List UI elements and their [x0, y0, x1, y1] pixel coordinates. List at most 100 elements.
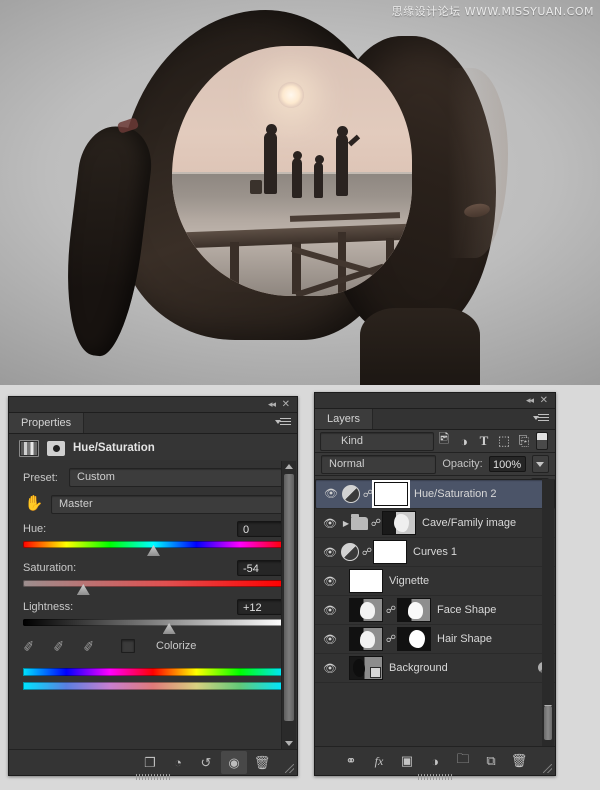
panel-drag-handle[interactable] — [418, 774, 452, 780]
tab-layers[interactable]: Layers — [315, 409, 374, 429]
panel-drag-handle[interactable] — [136, 774, 170, 780]
delete-adjustment-button[interactable]: 🗑 — [249, 751, 275, 774]
lightness-slider-knob[interactable] — [162, 623, 176, 634]
add-layer-mask-button[interactable]: ▣ — [396, 750, 418, 772]
layer-style-button[interactable]: fx — [368, 750, 390, 772]
filter-type-icon[interactable]: T — [474, 431, 494, 451]
layer-mask-thumbnail[interactable] — [373, 540, 407, 564]
layer-row-hair-shape[interactable]: 👁 ☍ Hair Shape — [315, 625, 555, 654]
lightness-label: Lightness: — [23, 601, 74, 613]
panel-menu-icon[interactable] — [275, 418, 291, 428]
eye-icon[interactable]: 👁 — [320, 480, 342, 508]
close-icon[interactable]: ✕ — [282, 399, 290, 410]
reset-button[interactable]: ↺ — [193, 751, 219, 774]
blend-mode-select[interactable]: Normal — [321, 454, 437, 474]
resize-grip[interactable] — [543, 764, 552, 773]
link-icon[interactable]: ☍ — [361, 547, 373, 558]
eye-icon[interactable]: 👁 — [319, 625, 341, 653]
adjustment-layer-icon — [341, 543, 359, 561]
layer-row-vignette[interactable]: 👁 Vignette — [315, 567, 555, 596]
filter-enable-toggle[interactable] — [536, 432, 548, 450]
adjustment-header: Hue/Saturation — [9, 434, 297, 463]
hue-label: Hue: — [23, 523, 47, 535]
pier-post — [386, 238, 394, 284]
hue-reference-bars — [9, 654, 297, 690]
hue-slider-track[interactable] — [23, 541, 283, 556]
mask-icon[interactable] — [47, 440, 65, 456]
preset-select[interactable]: Custom — [69, 468, 283, 487]
properties-titlebar: ◂◂ ✕ — [9, 397, 297, 413]
eye-icon[interactable]: 👁 — [319, 509, 341, 537]
filter-smart-object-icon[interactable]: ⎘ — [514, 431, 534, 451]
new-adjustment-layer-button[interactable]: ◑ — [424, 750, 446, 772]
layer-mask-thumbnail[interactable] — [397, 598, 431, 622]
toggle-visibility-button[interactable]: ◉ — [221, 751, 247, 774]
panel-menu-icon[interactable] — [533, 414, 549, 424]
layers-scrollbar[interactable] — [542, 479, 554, 746]
layer-thumbnail[interactable] — [349, 598, 383, 622]
saturation-slider-track[interactable] — [23, 580, 283, 595]
link-layers-button[interactable]: ⚭ — [340, 750, 362, 772]
hue-bar-after[interactable] — [23, 682, 283, 690]
new-layer-button[interactable]: ⧉ — [480, 750, 502, 772]
opacity-input[interactable]: 100% — [488, 456, 526, 472]
resize-grip[interactable] — [285, 764, 294, 773]
link-icon[interactable]: ☍ — [362, 486, 374, 503]
clip-to-layer-button[interactable]: ❐ — [137, 751, 163, 774]
layer-row-curves-1[interactable]: 👁 ☍ Curves 1 — [315, 538, 555, 567]
layer-mask-thumbnail[interactable] — [382, 511, 416, 535]
targeted-adjustment-icon[interactable]: ✋ — [23, 494, 45, 514]
lightness-value-input[interactable]: +12 — [237, 599, 283, 615]
eyedropper-subtract-icon[interactable]: ✐ — [82, 637, 100, 655]
layer-thumbnail[interactable] — [349, 656, 383, 680]
link-icon[interactable]: ☍ — [385, 605, 397, 616]
layer-name: Hair Shape — [437, 633, 493, 645]
eyedropper-add-icon[interactable]: ✐ — [52, 637, 70, 655]
collapse-icon[interactable]: ◂◂ — [526, 395, 534, 406]
delete-layer-button[interactable]: 🗑 — [508, 750, 530, 772]
scroll-down-icon[interactable] — [285, 741, 293, 746]
layer-row-background[interactable]: 👁 Background — [315, 654, 555, 683]
filter-shape-icon[interactable]: ⬚ — [494, 431, 514, 451]
close-icon[interactable]: ✕ — [540, 395, 548, 406]
scroll-up-icon[interactable] — [285, 464, 293, 469]
eye-icon[interactable]: 👁 — [319, 538, 341, 566]
properties-tab-row: Properties — [9, 413, 297, 434]
eye-icon[interactable]: 👁 — [319, 567, 341, 595]
expand-group-icon[interactable]: ▶ — [341, 519, 351, 528]
scrollbar-thumb[interactable] — [284, 474, 294, 721]
hue-value-input[interactable]: 0 — [237, 521, 283, 537]
eye-icon[interactable]: 👁 — [319, 654, 341, 682]
lightness-slider-track[interactable] — [23, 619, 283, 634]
collapse-icon[interactable]: ◂◂ — [268, 399, 276, 410]
layer-row-cave-family-image[interactable]: 👁 ▶ ☍ Cave/Family image — [315, 509, 555, 538]
layer-name: Vignette — [389, 575, 430, 587]
link-icon[interactable]: ☍ — [385, 634, 397, 645]
scrollbar-thumb[interactable] — [544, 706, 552, 740]
colorize-checkbox[interactable] — [121, 639, 135, 653]
layer-row-face-shape[interactable]: 👁 ☍ Face Shape — [315, 596, 555, 625]
tab-properties[interactable]: Properties — [9, 413, 85, 433]
saturation-value-input[interactable]: -54 — [237, 560, 283, 576]
saturation-slider-knob[interactable] — [76, 584, 90, 595]
layer-thumbnail[interactable] — [349, 627, 383, 651]
eyedropper-sample-icon[interactable]: ✐ — [22, 637, 40, 655]
filter-kind-select[interactable]: Kind — [320, 431, 434, 451]
filter-adjustment-icon[interactable]: ◑ — [454, 431, 474, 451]
filter-pixel-icon[interactable]: 🖻 — [434, 431, 454, 451]
channel-select[interactable]: Master — [51, 494, 283, 514]
properties-scrollbar[interactable] — [281, 461, 296, 749]
layer-row-hue-saturation-2[interactable]: 👁 ☍ Hue/Saturation 2 — [315, 479, 555, 509]
inner-beach-scene — [172, 46, 412, 296]
opacity-dropdown-icon[interactable] — [531, 455, 549, 473]
layer-thumbnail[interactable] — [349, 569, 383, 593]
link-icon[interactable]: ☍ — [370, 518, 382, 529]
toggle-mask-button[interactable]: ◔ — [165, 751, 191, 774]
layer-mask-thumbnail[interactable] — [397, 627, 431, 651]
hue-slider-knob[interactable] — [147, 545, 160, 556]
eye-icon[interactable]: 👁 — [319, 596, 341, 624]
layer-name: Cave/Family image — [422, 517, 517, 529]
new-group-button[interactable]: 🗀 — [452, 750, 474, 772]
layer-mask-thumbnail[interactable] — [374, 482, 408, 506]
figure-adult-right-head — [337, 126, 348, 137]
